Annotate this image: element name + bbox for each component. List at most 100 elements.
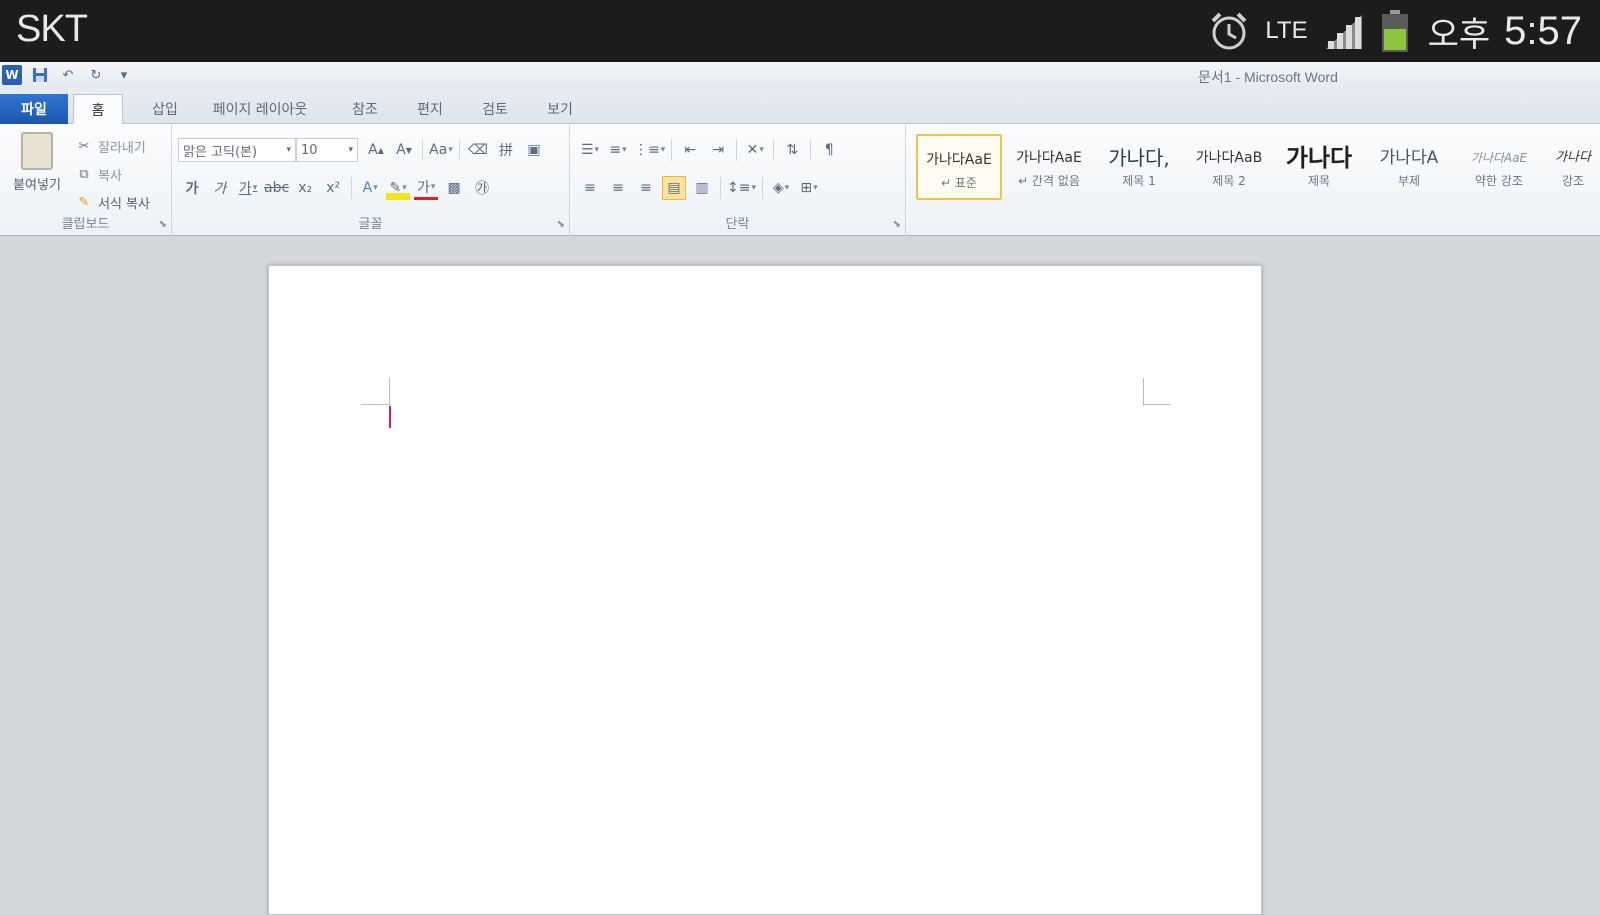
- tab-home[interactable]: 홈: [73, 94, 123, 124]
- tab-view[interactable]: 보기: [535, 94, 585, 124]
- asian-layout-icon[interactable]: ✕: [743, 138, 767, 162]
- cut-button[interactable]: ✂ 잘라내기: [76, 132, 150, 160]
- underline-icon[interactable]: 가: [236, 176, 260, 200]
- char-border-icon[interactable]: ▣: [522, 138, 546, 162]
- text-effects-icon[interactable]: A: [358, 176, 382, 200]
- align-center-icon[interactable]: ≡: [606, 176, 630, 200]
- brush-icon: ✎: [78, 194, 90, 210]
- font-size-combo[interactable]: 10 ▾: [296, 138, 358, 162]
- style-sample: 가나다A: [1379, 148, 1439, 168]
- format-painter-button[interactable]: ✎ 서식 복사: [76, 188, 150, 216]
- style-heading-1[interactable]: 가나다, 제목 1: [1096, 134, 1182, 200]
- copy-button[interactable]: ⧉ 복사: [76, 160, 150, 188]
- superscript-icon[interactable]: x²: [321, 176, 345, 200]
- carrier-name: SKT: [16, 8, 88, 50]
- paste-button[interactable]: 붙여넣기: [6, 130, 68, 210]
- clock-ampm: 오후: [1427, 14, 1491, 55]
- style-subtitle[interactable]: 가나다A 부제: [1366, 134, 1452, 200]
- separator: [671, 139, 673, 161]
- android-status-bar: SKT LTE 오후 5:57: [0, 0, 1600, 62]
- bullets-icon[interactable]: ☰: [578, 138, 602, 162]
- change-case-icon[interactable]: Aa: [429, 138, 453, 162]
- paste-label: 붙여넣기: [13, 178, 61, 193]
- distributed-icon[interactable]: ▥: [690, 176, 714, 200]
- word-logo-icon[interactable]: W: [2, 65, 22, 85]
- tab-insert[interactable]: 삽입: [140, 94, 190, 124]
- save-icon[interactable]: [30, 65, 50, 85]
- crop-mark-top-left: [389, 378, 390, 406]
- crop-mark-top-right: [1143, 404, 1171, 405]
- tab-mailings[interactable]: 편지: [405, 94, 455, 124]
- style-no-spacing[interactable]: 가나다AaE ↵ 간격 없음: [1006, 134, 1092, 200]
- show-marks-icon[interactable]: ¶: [817, 138, 841, 162]
- shading-icon[interactable]: ◈: [769, 176, 793, 200]
- style-name: 부제: [1397, 174, 1421, 188]
- align-right-icon[interactable]: ≡: [634, 176, 658, 200]
- style-title[interactable]: 가나다 제목: [1276, 134, 1362, 200]
- tab-page-layout[interactable]: 페이지 레이아웃: [200, 94, 320, 124]
- copy-icon: ⧉: [79, 166, 89, 182]
- tab-references[interactable]: 참조: [340, 94, 390, 124]
- borders-icon[interactable]: ⊞: [797, 176, 821, 200]
- shrink-font-icon[interactable]: A ▼: [392, 138, 416, 162]
- font-color-icon[interactable]: 가: [414, 176, 439, 200]
- style-emphasis[interactable]: 가나다 강조: [1546, 134, 1600, 200]
- font-size-value: 10: [301, 142, 318, 158]
- tab-review[interactable]: 검토: [470, 94, 520, 124]
- customize-qat-icon[interactable]: ▾: [114, 65, 134, 85]
- redo-icon[interactable]: ↻: [86, 65, 106, 85]
- battery-icon: [1380, 9, 1410, 53]
- style-sample: 가나다AaE: [1016, 150, 1082, 166]
- highlight-icon[interactable]: ✎: [386, 176, 411, 200]
- clipboard-icon: [21, 132, 53, 170]
- tab-file[interactable]: 파일: [0, 94, 68, 124]
- styles-gallery: 가나다AaE ↵ 표준 가나다AaE ↵ 간격 없음 가나다, 제목 1 가나다…: [910, 124, 1600, 236]
- cut-label: 잘라내기: [98, 140, 146, 156]
- strikethrough-icon[interactable]: abc: [264, 176, 289, 200]
- separator: [720, 177, 721, 199]
- enclose-char-icon[interactable]: ㉮: [470, 176, 494, 200]
- style-normal[interactable]: 가나다AaE ↵ 표준: [916, 134, 1002, 200]
- alarm-icon: [1207, 9, 1251, 53]
- undo-icon[interactable]: ↶: [58, 65, 78, 85]
- font-group: 맑은 고딕(본)▾ 10▾ A▲ A▼ Aa ⌫ 拼 ▣ 가 가 가 ab: [172, 124, 570, 236]
- font-launcher-icon[interactable]: ⬊: [557, 219, 565, 230]
- decrease-indent-icon[interactable]: ⇤: [678, 138, 702, 162]
- numbering-icon[interactable]: ≡: [606, 138, 630, 162]
- line-spacing-icon[interactable]: ↕≡: [727, 176, 756, 200]
- multilevel-list-icon[interactable]: ⋮≡: [634, 138, 665, 162]
- char-shading-icon[interactable]: ▩: [442, 176, 466, 200]
- phonetic-guide-icon[interactable]: 拼: [494, 138, 518, 162]
- clock-time: 5:57: [1504, 8, 1582, 53]
- style-name: ↵ 표준: [941, 176, 977, 190]
- paragraph-group: ☰ ≡ ⋮≡ ⇤ ⇥ ✕ ⇅ ¶ ≡ ≡ ≡ ▤ ▥ ↕≡: [570, 124, 906, 236]
- clipboard-group-label: 클립보드: [61, 217, 110, 232]
- style-sample: 가나다,: [1108, 146, 1170, 170]
- copy-label: 복사: [98, 168, 122, 184]
- italic-icon[interactable]: 가: [208, 176, 232, 200]
- style-name: 제목 2: [1212, 174, 1246, 188]
- clear-format-icon[interactable]: ⌫: [466, 138, 490, 162]
- style-name: 강조: [1561, 174, 1585, 188]
- align-left-icon[interactable]: ≡: [578, 176, 602, 200]
- paragraph-toolbar-top: ☰ ≡ ⋮≡ ⇤ ⇥ ✕ ⇅ ¶: [578, 138, 841, 162]
- chevron-down-icon: ▾: [286, 145, 291, 155]
- style-sample: 가나다AaE: [1470, 151, 1528, 165]
- paragraph-launcher-icon[interactable]: ⬊: [893, 219, 901, 230]
- bold-icon[interactable]: 가: [180, 176, 204, 200]
- style-subtle-emphasis[interactable]: 가나다AaE 약한 강조: [1456, 134, 1542, 200]
- justify-icon[interactable]: ▤: [662, 176, 686, 200]
- document-page[interactable]: [268, 265, 1262, 915]
- window-title: 문서1 - Microsoft Word: [1198, 69, 1338, 85]
- increase-indent-icon[interactable]: ⇥: [706, 138, 730, 162]
- font-name-combo[interactable]: 맑은 고딕(본) ▾: [178, 138, 296, 162]
- grow-font-icon[interactable]: A ▲: [364, 138, 388, 162]
- style-heading-2[interactable]: 가나다AaB 제목 2: [1186, 134, 1272, 200]
- clipboard-launcher-icon[interactable]: ⬊: [159, 219, 167, 230]
- style-name: 제목: [1307, 174, 1331, 188]
- document-canvas[interactable]: [0, 237, 1600, 915]
- subscript-icon[interactable]: x₂: [293, 176, 317, 200]
- sort-icon[interactable]: ⇅: [780, 138, 804, 162]
- font-name-value: 맑은 고딕(본): [183, 144, 258, 160]
- clipboard-group: 붙여넣기 ✂ 잘라내기 ⧉ 복사 ✎ 서식 복사 클립보드 ⬊: [0, 124, 172, 236]
